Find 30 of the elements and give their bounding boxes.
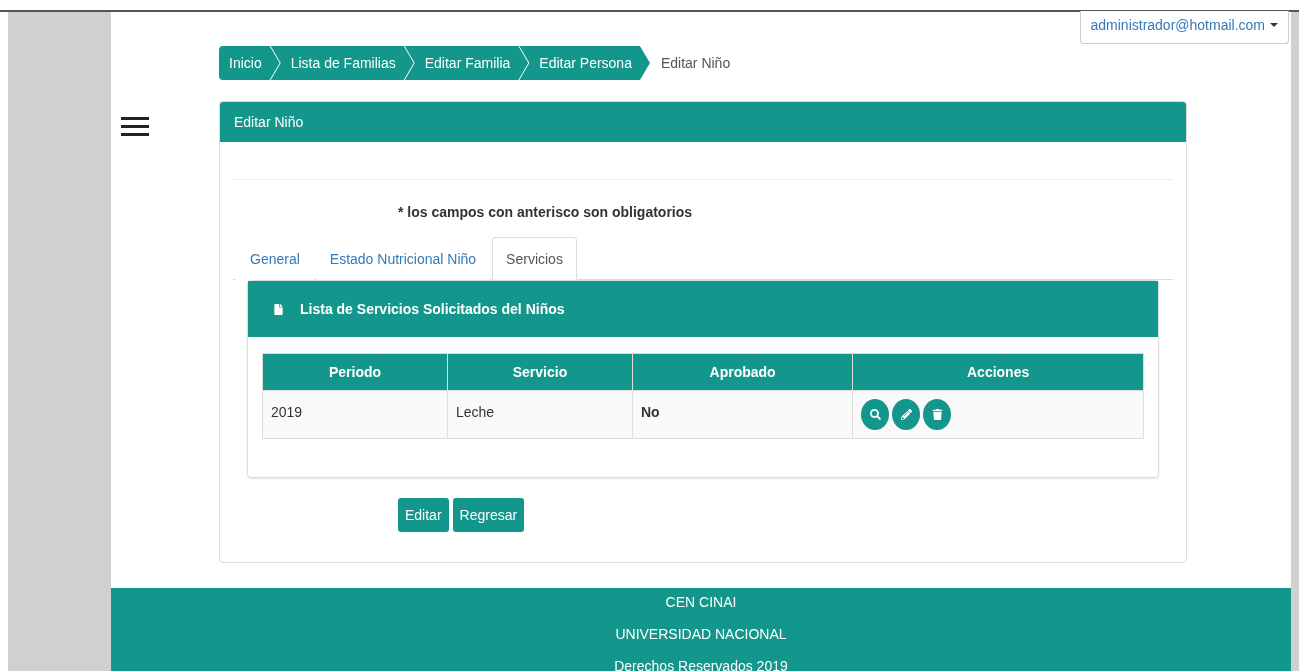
menu-icon[interactable] (121, 117, 149, 136)
required-note: * los campos con anterisco son obligatorios (398, 204, 694, 220)
back-button[interactable]: Regresar (452, 498, 525, 532)
file-icon (273, 303, 284, 315)
breadcrumb-item[interactable]: Editar Familia (404, 46, 529, 80)
view-button[interactable] (861, 399, 890, 430)
edit-button[interactable]: Editar (398, 498, 449, 532)
table-cell: No (632, 390, 853, 439)
delete-button[interactable] (923, 399, 952, 430)
caret-icon (1270, 23, 1278, 27)
column-header: Acciones (852, 353, 1144, 391)
search-icon (869, 409, 881, 420)
breadcrumb-item[interactable]: Lista de Familias (270, 46, 414, 80)
pencil-icon (900, 409, 912, 420)
column-header: Servicio (447, 353, 633, 391)
services-title: Lista de Servicios Solicitados del Niños (300, 301, 565, 317)
column-header: Aprobado (632, 353, 853, 391)
footer-text: Derechos Reservados 2019 (614, 658, 788, 671)
breadcrumb-item[interactable]: Inicio (219, 46, 280, 80)
footer-text: CEN CINAI (665, 594, 737, 610)
column-header: Periodo (262, 353, 448, 391)
table-cell: 2019 (262, 390, 448, 439)
user-menu[interactable]: administrador@hotmail.com (1079, 11, 1289, 44)
panel-title: Editar Niño (220, 102, 1186, 142)
breadcrumb-item[interactable]: Editar Persona (519, 46, 650, 80)
tab[interactable]: Servicios (492, 237, 577, 280)
trash-icon (931, 409, 943, 420)
footer-text: UNIVERSIDAD NACIONAL (615, 626, 787, 642)
table-cell: Leche (447, 390, 633, 439)
edit-button[interactable] (892, 399, 921, 430)
